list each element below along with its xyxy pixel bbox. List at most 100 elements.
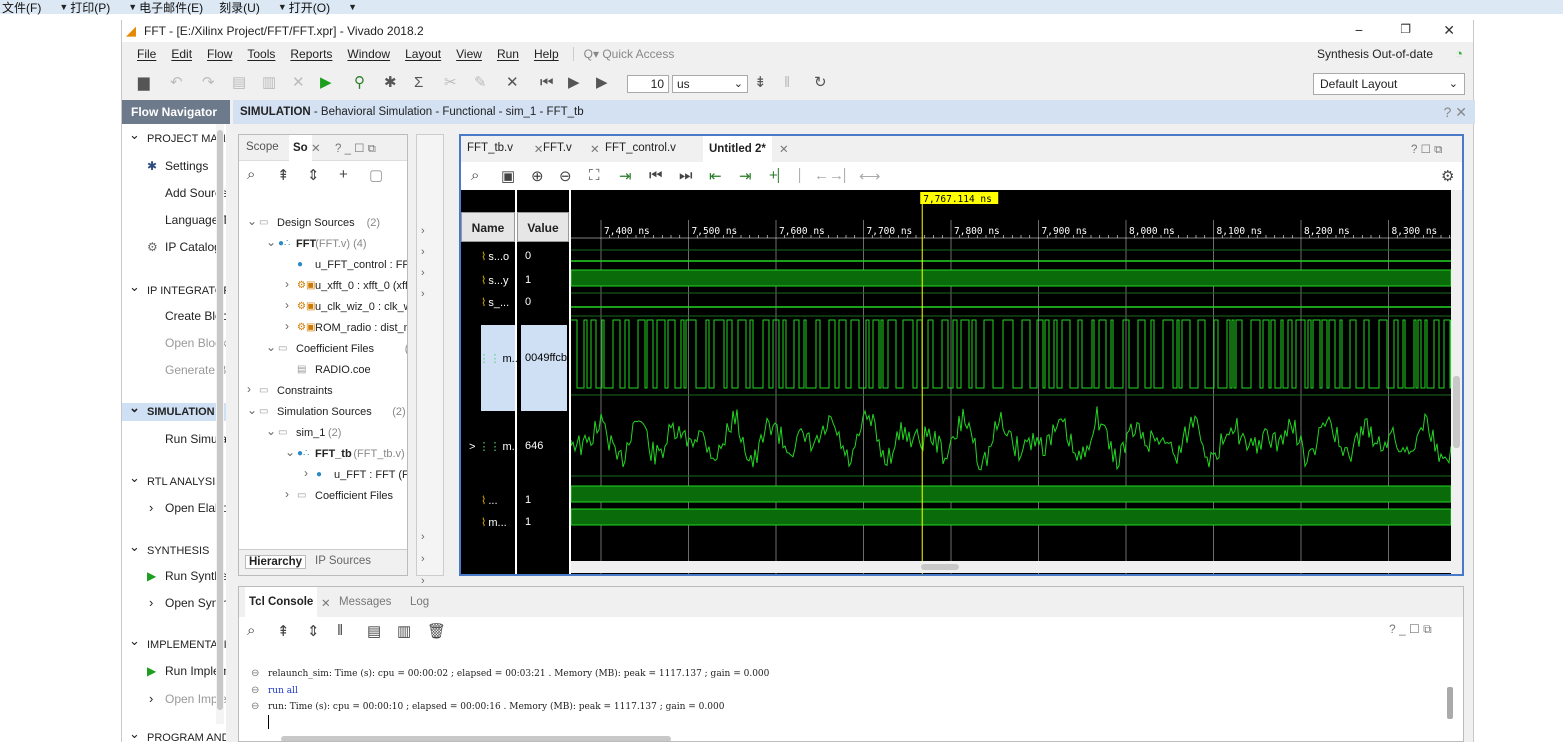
source-tree-node[interactable]: ⌄ ▭ Simulation Sources (2): [239, 402, 407, 422]
menu-help[interactable]: Help: [534, 47, 559, 61]
waveform-view[interactable]: 7,400 ns 7,500 ns 7,600 ns 7,700 ns 7,800 ns…: [571, 190, 1451, 575]
collapse-all-icon[interactable]: ⇞: [277, 622, 290, 640]
next-transition-icon[interactable]: ⇥: [739, 167, 752, 185]
menu-edit[interactable]: Edit: [171, 47, 192, 61]
menu-file[interactable]: File: [137, 47, 156, 61]
tab-file[interactable]: Untitled 2*: [703, 136, 772, 162]
top-menu-item[interactable]: 电子邮件(E): [139, 0, 203, 16]
panel-controls-icon[interactable]: ? ☐ ⧉: [1411, 142, 1442, 157]
flow-nav-item[interactable]: ⌄ PROJECT MANAGER: [122, 130, 226, 148]
tab-file[interactable]: FFT.v: [543, 142, 572, 154]
clear-icon[interactable]: 🗑: [427, 622, 446, 640]
zoom-in-icon[interactable]: ⊕: [531, 167, 544, 185]
synthesis-status[interactable]: Synthesis Out-of-date: [1317, 47, 1433, 61]
run-for-time-icon[interactable]: ▶: [596, 74, 608, 92]
tab-ip-sources[interactable]: IP Sources: [315, 555, 371, 567]
tab-hierarchy[interactable]: Hierarchy: [245, 555, 307, 569]
top-menu-item[interactable]: 刻录(U): [219, 0, 260, 16]
close-window-button[interactable]: ✕: [1443, 22, 1455, 39]
console-vertical-scrollbar[interactable]: [1445, 671, 1455, 731]
search-icon[interactable]: ⌕: [247, 622, 255, 639]
tab-scope[interactable]: Scope: [246, 141, 279, 153]
signal-value[interactable]: 646: [525, 440, 543, 452]
waveform-horizontal-scrollbar[interactable]: [571, 561, 1451, 573]
source-tree-node[interactable]: ⌄▭ Coefficient Files (1): [239, 339, 407, 359]
source-tree-node[interactable]: › ● u_FFT : FFT (FFT.v): [239, 465, 407, 485]
copy-icon[interactable]: ▤: [367, 622, 381, 640]
collapse-all-icon[interactable]: ⇞: [277, 166, 290, 184]
top-menu-item[interactable]: 打印(P): [70, 0, 110, 16]
swap-cursors-icon[interactable]: ⟷: [859, 167, 881, 185]
menu-layout[interactable]: Layout: [405, 47, 441, 61]
flow-nav-item[interactable]: Add Sources: [122, 184, 226, 202]
source-tree-node[interactable]: ›▭Coefficient Files (1): [239, 486, 407, 506]
flow-nav-item[interactable]: ⌄ RTL ANALYSIS: [122, 473, 226, 491]
tab-messages[interactable]: Messages: [339, 596, 391, 608]
menu-reports[interactable]: Reports: [290, 47, 332, 61]
step-icon[interactable]: ⇟: [754, 74, 767, 92]
run-time-input[interactable]: 10: [627, 75, 669, 93]
break-icon[interactable]: ‖: [784, 74, 790, 92]
signal-name[interactable]: ⌇ s...y: [481, 274, 509, 287]
flow-nav-item[interactable]: ✱ Settings: [122, 157, 226, 175]
source-tree-node[interactable]: ⌄ ●∴ FFT_tb (FFT_tb.v): [239, 444, 407, 464]
menu-window[interactable]: Window: [347, 47, 390, 61]
relaunch-icon[interactable]: ↻: [814, 74, 827, 92]
help-close-icon[interactable]: ? ✕: [1444, 100, 1467, 124]
go-to-end-icon[interactable]: ⏭: [679, 167, 693, 184]
flow-nav-item[interactable]: ⌄ IMPLEMENTATION: [122, 636, 226, 654]
flow-nav-item[interactable]: Run Simulation: [122, 430, 226, 448]
source-tree-node[interactable]: › ⚙▣u_clk_wiz_0 : clk_wiz_0: [239, 297, 407, 317]
next-marker-icon[interactable]: →⎸: [829, 167, 859, 184]
search-icon[interactable]: ⌕: [247, 166, 255, 183]
new-project-icon[interactable]: ▆: [138, 74, 150, 92]
undo-icon[interactable]: ↶: [170, 74, 183, 92]
flow-nav-item[interactable]: Open Block Design: [122, 334, 226, 352]
restore-button[interactable]: ❐: [1400, 22, 1411, 36]
close-tab-icon[interactable]: ✕: [321, 596, 331, 610]
close-tab-icon[interactable]: ✕: [311, 141, 321, 155]
add-marker-icon[interactable]: +⎸: [769, 167, 793, 184]
flow-nav-item[interactable]: ›Open Synthesized Design: [122, 594, 226, 612]
tab-sources[interactable]: So: [289, 135, 312, 161]
flow-nav-item[interactable]: ⚙ IP Catalog: [122, 238, 226, 256]
source-tree-node[interactable]: ● u_FFT_control : FFT_control: [239, 255, 407, 275]
signal-name[interactable]: > ⋮⋮ m...: [469, 440, 521, 453]
flow-nav-item[interactable]: ›Open Implemented Design: [122, 690, 226, 708]
pause-icon[interactable]: ‖: [337, 622, 343, 639]
add-sources-icon[interactable]: +: [339, 166, 348, 183]
expand-all-icon[interactable]: ⇕: [307, 166, 320, 184]
signal-name[interactable]: ⌇ s_...: [481, 296, 509, 309]
copy-icon[interactable]: ▤: [232, 74, 246, 92]
panel-controls-icon[interactable]: ? _ ☐ ⧉: [1389, 622, 1432, 637]
prev-marker-icon[interactable]: ⎸←: [799, 167, 829, 184]
columns-icon[interactable]: ▥: [397, 622, 411, 640]
flow-nav-item[interactable]: Create Block Design: [122, 307, 226, 325]
run-icon[interactable]: ▶: [320, 74, 332, 92]
prev-transition-icon[interactable]: ⇤: [709, 167, 722, 185]
signal-name[interactable]: ⌇ m...: [481, 516, 507, 529]
signal-value[interactable]: 1: [525, 274, 531, 286]
tab-log[interactable]: Log: [410, 596, 429, 608]
program-device-icon[interactable]: ⚲: [354, 74, 365, 92]
flow-nav-item[interactable]: ⌄ IP INTEGRATOR: [122, 282, 226, 300]
tab-file[interactable]: FFT_control.v: [605, 142, 676, 154]
flow-nav-item[interactable]: Language Templates: [122, 211, 226, 229]
signal-value[interactable]: 0: [525, 296, 531, 308]
menu-view[interactable]: View: [456, 47, 482, 61]
restart-icon[interactable]: ⏮: [540, 74, 554, 92]
zoom-out-icon[interactable]: ⊖: [559, 167, 572, 185]
menu-run[interactable]: Run: [497, 47, 519, 61]
delete-icon[interactable]: ✕: [292, 74, 305, 92]
minimize-button[interactable]: −: [1355, 22, 1363, 38]
source-tree-node[interactable]: ⌄ ▭ Design Sources (2): [239, 213, 407, 233]
flow-nav-item[interactable]: Generate Block Design: [122, 361, 226, 379]
signal-value[interactable]: 1: [525, 516, 531, 528]
run-time-unit-select[interactable]: us ⌄: [672, 75, 748, 93]
source-tree-node[interactable]: › ▭ Constraints: [239, 381, 407, 401]
paste-icon[interactable]: ▥: [262, 74, 276, 92]
signal-name[interactable]: ⌇...: [481, 494, 498, 507]
signal-value[interactable]: 0049ffcb: [525, 352, 567, 364]
save-icon[interactable]: ▣: [501, 167, 515, 185]
source-tree-node[interactable]: ▤ RADIO.coe: [239, 360, 407, 380]
